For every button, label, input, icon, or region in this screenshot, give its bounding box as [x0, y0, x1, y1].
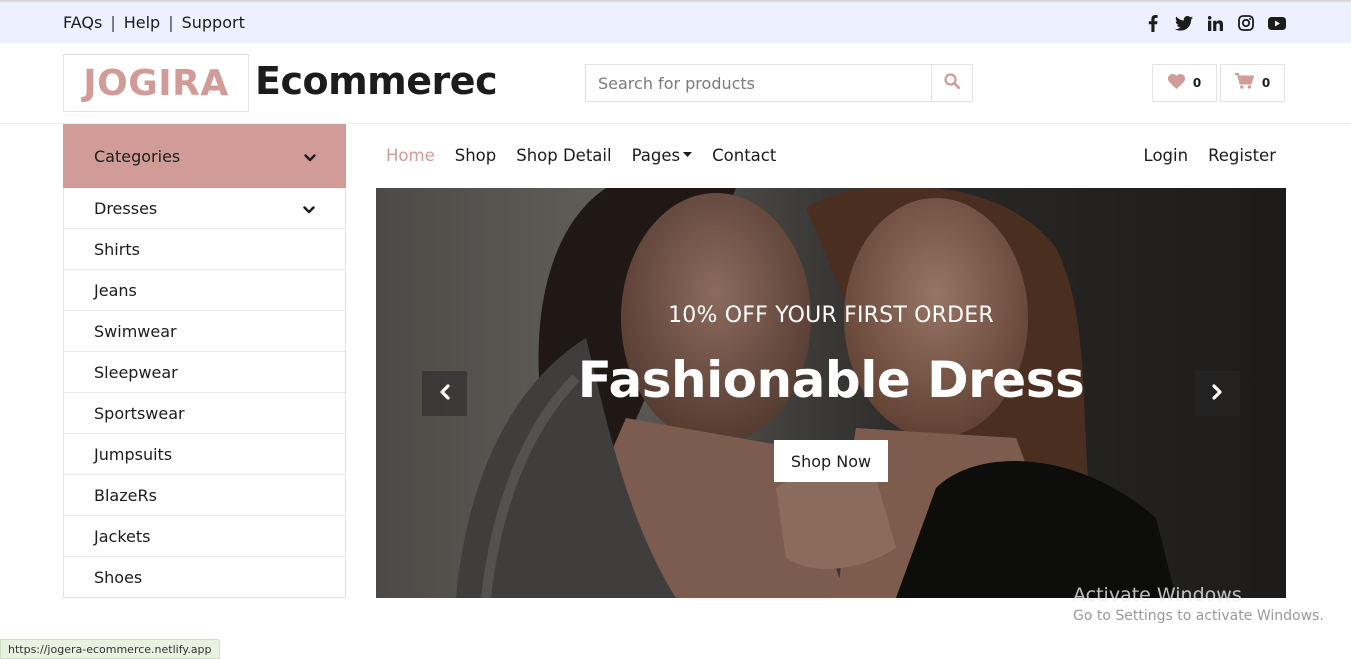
social-links	[1144, 14, 1286, 32]
nav-contact[interactable]: Contact	[712, 146, 776, 165]
nav-account: Login Register	[1134, 146, 1286, 165]
nav-shop[interactable]: Shop	[455, 146, 497, 165]
cart-button[interactable]: 0	[1220, 64, 1285, 102]
search-button[interactable]	[931, 65, 972, 101]
category-sportswear[interactable]: Sportswear	[64, 392, 345, 433]
logo-mark: JOGIRA	[83, 62, 229, 104]
category-blazers[interactable]: BlazeRs	[64, 474, 345, 515]
linkedin-icon[interactable]	[1206, 14, 1224, 32]
categories-toggle[interactable]: Categories	[63, 124, 346, 188]
category-label: BlazeRs	[94, 485, 157, 505]
wishlist-button[interactable]: 0	[1152, 64, 1217, 102]
shop-now-button[interactable]: Shop Now	[774, 440, 888, 482]
category-label: Sleepwear	[94, 362, 178, 382]
facebook-icon[interactable]	[1144, 14, 1162, 32]
category-jumpsuits[interactable]: Jumpsuits	[64, 433, 345, 474]
instagram-icon[interactable]	[1237, 14, 1255, 32]
category-label: Shoes	[94, 567, 143, 587]
category-label: Jumpsuits	[94, 444, 173, 464]
faqs-link[interactable]: FAQs	[63, 13, 102, 32]
support-link[interactable]: Support	[182, 13, 245, 32]
heart-icon	[1167, 73, 1185, 93]
hero-title: Fashionable Dress	[577, 351, 1085, 409]
search-icon	[944, 73, 961, 93]
category-label: Jackets	[94, 526, 151, 546]
top-bar: FAQs | Help | Support	[0, 0, 1351, 43]
wishlist-count: 0	[1192, 76, 1202, 90]
category-shirts[interactable]: Shirts	[64, 228, 345, 269]
carousel-next-button[interactable]	[1195, 371, 1240, 416]
category-label: Dresses	[94, 198, 158, 218]
chevron-down-icon	[304, 147, 316, 166]
search-input[interactable]	[586, 65, 931, 101]
category-shoes[interactable]: Shoes	[64, 556, 345, 597]
main-nav: Home Shop Shop Detail Pages Contact Logi…	[376, 135, 1286, 175]
logo[interactable]: JOGIRA	[63, 54, 249, 112]
cart-icon	[1234, 73, 1255, 93]
chevron-down-icon	[303, 199, 315, 218]
category-jeans[interactable]: Jeans	[64, 269, 345, 310]
cart-count: 0	[1261, 76, 1271, 90]
activate-windows-message: Go to Settings to activate Windows.	[1073, 608, 1324, 624]
separator: |	[110, 13, 116, 32]
carousel-prev-button[interactable]	[422, 371, 467, 416]
categories-list: Dresses Shirts Jeans Swimwear Sleepwear …	[63, 188, 346, 598]
chevron-left-icon	[439, 383, 450, 404]
category-label: Swimwear	[94, 321, 177, 341]
category-sleepwear[interactable]: Sleepwear	[64, 351, 345, 392]
nav-pages-label: Pages	[631, 145, 681, 165]
nav-home[interactable]: Home	[386, 146, 435, 165]
twitter-icon[interactable]	[1175, 14, 1193, 32]
nav-login[interactable]: Login	[1144, 146, 1189, 165]
category-label: Shirts	[94, 239, 140, 259]
nav-register[interactable]: Register	[1208, 146, 1276, 165]
category-label: Jeans	[94, 280, 137, 300]
categories-title: Categories	[94, 146, 181, 166]
activate-windows-title: Activate Windows	[1073, 584, 1242, 606]
chevron-right-icon	[1212, 383, 1223, 404]
logo-text[interactable]: Ecommerec	[255, 59, 498, 103]
category-jackets[interactable]: Jackets	[64, 515, 345, 556]
nav-pages[interactable]: Pages	[632, 146, 693, 165]
hero-subtitle: 10% OFF YOUR FIRST ORDER	[668, 303, 994, 328]
separator: |	[168, 13, 174, 32]
youtube-icon[interactable]	[1268, 14, 1286, 32]
top-links: FAQs | Help | Support	[63, 13, 245, 32]
search-bar	[585, 64, 973, 102]
help-link[interactable]: Help	[124, 13, 160, 32]
hero-carousel: 10% OFF YOUR FIRST ORDER Fashionable Dre…	[376, 188, 1286, 598]
site-header: JOGIRA Ecommerec 0 0	[0, 43, 1351, 124]
category-dresses[interactable]: Dresses	[64, 188, 345, 228]
category-swimwear[interactable]: Swimwear	[64, 310, 345, 351]
category-label: Sportswear	[94, 403, 185, 423]
link-status-bar: https://jogera-ecommerce.netlify.app	[0, 639, 220, 659]
nav-shop-detail[interactable]: Shop Detail	[516, 146, 611, 165]
caret-down-icon	[683, 152, 693, 158]
